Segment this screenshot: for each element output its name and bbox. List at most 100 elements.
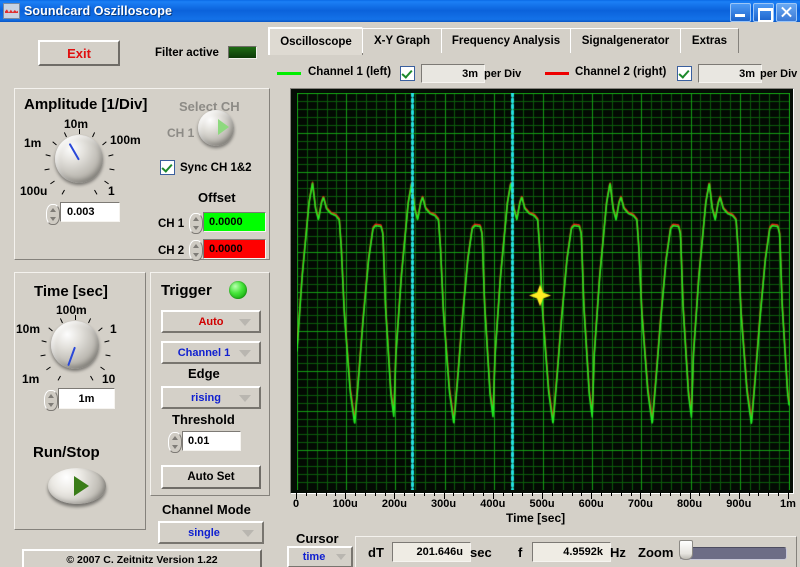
amplitude-value-field[interactable]: 0.003: [60, 202, 120, 222]
trigger-led: [229, 281, 247, 299]
x-axis-tick-minor: [325, 492, 327, 496]
trigger-mode-dropdown[interactable]: Auto: [161, 310, 261, 333]
sync-checkbox[interactable]: [160, 160, 175, 175]
x-axis-tick-label: 700u: [627, 498, 653, 510]
channel2-perdiv-field[interactable]: 3m: [698, 64, 762, 83]
auto-set-button[interactable]: Auto Set: [161, 465, 261, 489]
window-title: Soundcard Oszilloscope: [24, 4, 173, 18]
trigger-title: Trigger: [161, 282, 212, 299]
channel2-perdiv-unit: per Div: [760, 68, 798, 80]
threshold-field[interactable]: 0.01: [182, 431, 241, 451]
oscilloscope-plot-frame: [290, 88, 794, 494]
time-knob-label-1m: 1m: [22, 372, 40, 386]
amplitude-knob-label-100u: 100u: [20, 184, 48, 198]
channel2-checkbox[interactable]: [677, 66, 692, 81]
x-axis-tick-label: 900u: [726, 498, 752, 510]
x-axis-tick-minor: [669, 492, 671, 496]
exit-button[interactable]: Exit: [38, 40, 120, 66]
select-ch-knob[interactable]: [198, 110, 234, 146]
f-unit: Hz: [610, 545, 626, 560]
run-stop-button[interactable]: [48, 468, 106, 504]
amplitude-knob-label-10m: 10m: [64, 117, 89, 131]
run-stop-label: Run/Stop: [33, 444, 100, 461]
cursor-mode-dropdown[interactable]: time: [287, 546, 353, 567]
f-value: 4.9592k: [563, 546, 603, 558]
close-icon[interactable]: [776, 3, 797, 22]
channel1-label: Channel 1 (left): [308, 66, 392, 78]
x-axis-tick-minor: [768, 492, 770, 496]
x-axis-tick-minor: [699, 492, 701, 496]
offset-ch2-field[interactable]: 0.0000: [203, 239, 266, 259]
channel-mode-label: Channel Mode: [162, 502, 251, 517]
amplitude-stepper[interactable]: [46, 204, 60, 225]
x-axis-tick-minor: [679, 492, 681, 496]
x-axis-tick-minor: [719, 492, 721, 496]
x-axis-tick-minor: [650, 492, 652, 496]
x-axis-tick-label: 300u: [431, 498, 457, 510]
cursor-mode-value: time: [302, 551, 326, 563]
chevron-down-icon: [239, 349, 251, 357]
amplitude-knob[interactable]: [55, 135, 103, 183]
trigger-source-value: Channel 1: [177, 346, 231, 359]
x-axis-tick-minor: [453, 492, 455, 496]
zoom-label: Zoom: [638, 545, 674, 560]
tab-signalgenerator[interactable]: Signalgenerator: [570, 28, 681, 53]
time-value-field[interactable]: 1m: [58, 388, 115, 409]
x-axis-tick-minor: [374, 492, 376, 496]
waveform-icon: [3, 3, 20, 19]
time-knob[interactable]: [51, 321, 99, 369]
minimize-icon[interactable]: [730, 3, 751, 22]
amplitude-knob-label-100m: 100m: [110, 133, 141, 147]
maximize-icon[interactable]: [753, 3, 774, 22]
x-axis-tick-label: 1m: [780, 498, 796, 510]
channel-mode-dropdown[interactable]: single: [158, 521, 264, 544]
oscilloscope-plot[interactable]: [297, 93, 790, 490]
channel2-label: Channel 2 (right): [575, 66, 667, 78]
channel1-checkbox[interactable]: [400, 66, 415, 81]
x-axis-tick-minor: [748, 492, 750, 496]
tab-extras-label: Extras: [691, 35, 728, 47]
threshold-label: Threshold: [172, 412, 235, 427]
tab-oscilloscope-label: Oscilloscope: [280, 36, 352, 48]
tab-xy-graph[interactable]: X-Y Graph: [362, 28, 442, 53]
x-axis-tick-minor: [335, 492, 337, 496]
cursor-title: Cursor: [296, 531, 339, 546]
x-axis-tick-minor: [384, 492, 386, 496]
amplitude-knob-label-1: 1: [108, 184, 115, 198]
trigger-source-dropdown[interactable]: Channel 1: [161, 341, 261, 364]
threshold-stepper[interactable]: [168, 432, 182, 453]
x-axis-tick-minor: [601, 492, 603, 496]
x-axis-tick-minor: [482, 492, 484, 496]
x-axis-tick-minor: [433, 492, 435, 496]
select-ch-channel-label: CH 1: [167, 126, 195, 140]
x-axis-tick-minor: [778, 492, 780, 496]
play-icon: [74, 476, 89, 496]
window-buttons: [730, 3, 797, 22]
offset-ch2-stepper[interactable]: [189, 240, 203, 261]
select-ch-pointer: [218, 119, 229, 135]
x-axis-tick-minor: [532, 492, 534, 496]
zoom-slider-handle[interactable]: [679, 540, 693, 560]
tab-frequency-analysis-label: Frequency Analysis: [451, 35, 561, 47]
offset-ch1-field[interactable]: 0.0000: [203, 212, 266, 232]
trigger-mode-value: Auto: [198, 315, 224, 328]
x-axis-tick-label: 200u: [381, 498, 407, 510]
x-axis-tick-minor: [630, 492, 632, 496]
channel1-perdiv-field[interactable]: 3m: [421, 64, 485, 83]
dt-label: dT: [368, 545, 384, 560]
amplitude-value: 0.003: [67, 206, 95, 218]
time-stepper[interactable]: [44, 390, 58, 411]
tab-oscilloscope[interactable]: Oscilloscope: [268, 27, 363, 55]
tab-frequency-analysis[interactable]: Frequency Analysis: [441, 28, 571, 53]
tab-xy-graph-label: X-Y Graph: [373, 35, 431, 47]
waveform-canvas[interactable]: [297, 93, 790, 490]
channel2-perdiv-value: 3m: [739, 67, 755, 80]
chevron-down-icon: [239, 318, 251, 326]
offset-ch1-stepper[interactable]: [189, 213, 203, 234]
trigger-edge-dropdown[interactable]: rising: [161, 386, 261, 409]
zoom-slider-track[interactable]: [680, 547, 787, 560]
exit-button-label: Exit: [67, 45, 91, 61]
tab-extras[interactable]: Extras: [680, 28, 739, 53]
threshold-value: 0.01: [188, 435, 210, 447]
trigger-panel: [150, 272, 270, 496]
